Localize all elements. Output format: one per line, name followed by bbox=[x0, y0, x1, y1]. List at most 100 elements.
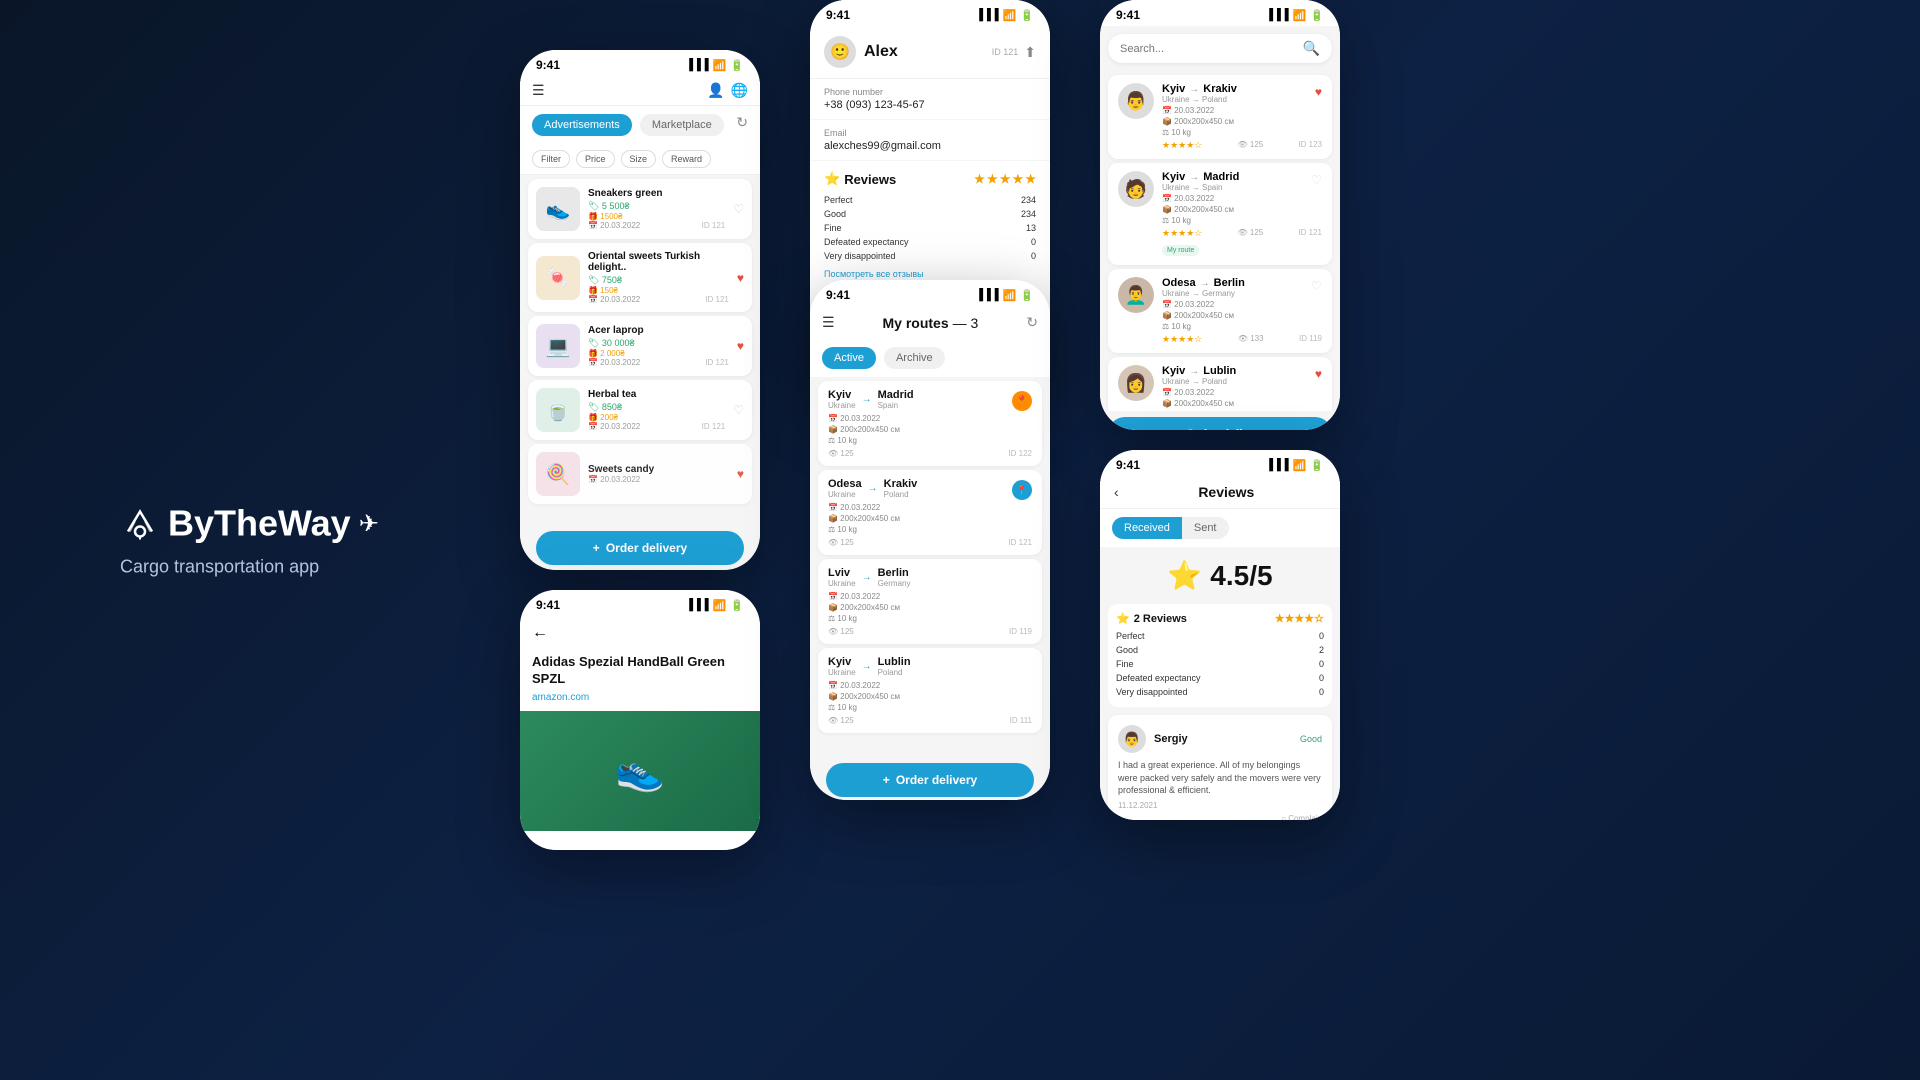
route-views-3: 👁 125 bbox=[828, 627, 854, 636]
filter-chip-reward[interactable]: Reward bbox=[662, 150, 711, 168]
filter-chip-filter[interactable]: Filter bbox=[532, 150, 570, 168]
status-time-5: 9:41 bbox=[1116, 8, 1140, 22]
route-detail-date-2: 📅 20.03.2022 bbox=[828, 503, 1032, 512]
signal-icon-5: ▐▐▐ bbox=[1265, 9, 1288, 21]
product-item-1[interactable]: 👟 Sneakers green 🏷 5 500₴ 🎁 1500₴ 📅 20.0… bbox=[528, 179, 752, 239]
order-delivery-button-4[interactable]: + Order delivery bbox=[826, 763, 1034, 797]
reviews-page-header: ‹ Reviews bbox=[1100, 476, 1340, 509]
product-heart-5[interactable]: ♥ bbox=[737, 467, 744, 481]
route-card-dim-4: 📦 200x200x450 см bbox=[1162, 399, 1322, 408]
review-row-perfect-6: Perfect 0 bbox=[1116, 629, 1324, 643]
route-card-berlin[interactable]: 👨‍🦱 Odesa → Berlin Ukraine → Germany 📅 2… bbox=[1108, 269, 1332, 353]
order-delivery-label-4: Order delivery bbox=[896, 773, 977, 787]
route-card-madrid[interactable]: 🧑 Kyiv → Madrid Ukraine → Spain 📅 20.03.… bbox=[1108, 163, 1332, 265]
status-bar-3: 9:41 ▐▐▐ 📶 🔋 bbox=[810, 0, 1050, 26]
back-icon-2[interactable]: ← bbox=[532, 624, 548, 642]
route-item-lviv-berlin[interactable]: Lviv Ukraine → Berlin Germany 📅 20.03.20… bbox=[818, 559, 1042, 644]
product-price-3: 🏷 30 000₴ bbox=[588, 338, 729, 349]
route-from-4: Kyiv Ukraine bbox=[828, 656, 856, 677]
tab-archive-4[interactable]: Archive bbox=[884, 347, 945, 369]
status-time-2: 9:41 bbox=[536, 598, 560, 612]
refresh-icon[interactable]: ↻ bbox=[736, 114, 748, 136]
product-id-4: ID 121 bbox=[702, 422, 726, 431]
route-detail-date-4: 📅 20.03.2022 bbox=[828, 681, 1032, 690]
route-to-2: Krakiv Poland bbox=[884, 478, 918, 499]
complain-button-sergiy[interactable]: ○ Complain bbox=[1118, 814, 1322, 820]
route-card-heart-1[interactable]: ♥ bbox=[1315, 85, 1322, 99]
product-item-2[interactable]: 🍬 Oriental sweets Turkish delight.. 🏷 75… bbox=[528, 243, 752, 312]
globe-icon[interactable]: 🌐 bbox=[731, 82, 748, 99]
route-card-to-1: Krakiv bbox=[1203, 83, 1237, 95]
route-views-4: 👁 125 bbox=[828, 716, 854, 725]
tab-received[interactable]: Received bbox=[1112, 517, 1182, 539]
refresh-icon-4[interactable]: ↻ bbox=[1026, 314, 1038, 331]
tab-active-4[interactable]: Active bbox=[822, 347, 876, 369]
route-card-dim-2: 📦 200x200x450 см bbox=[1162, 205, 1322, 214]
route-card-krakiv[interactable]: 👨 Kyiv → Krakiv Ukraine → Poland 📅 20.03… bbox=[1108, 75, 1332, 159]
product-price-1: 🏷 5 500₴ bbox=[588, 201, 725, 212]
review-count-fine-3: 13 bbox=[1026, 223, 1036, 233]
route-views-1: 👁 125 bbox=[828, 449, 854, 458]
search-input-5[interactable] bbox=[1120, 43, 1295, 55]
route-card-footer-3: ★★★★☆ 👁 133 ID 119 bbox=[1162, 334, 1322, 345]
product-detail-title: Adidas Spezial HandBall Green SPZL bbox=[532, 654, 748, 688]
review-label-fine-3: Fine bbox=[824, 223, 842, 233]
product-id-1: ID 121 bbox=[702, 221, 726, 230]
product-detail-link[interactable]: amazon.com bbox=[532, 692, 748, 703]
product-name-5: Sweets candy bbox=[588, 464, 729, 475]
route-card-cities-1: Kyiv → Krakiv bbox=[1162, 83, 1322, 95]
brand-logo: ByTheWay ✈ bbox=[120, 503, 379, 545]
tab-sent[interactable]: Sent bbox=[1182, 517, 1229, 539]
see-all-reviews-3[interactable]: Посмотреть все отзывы bbox=[824, 269, 1036, 279]
product-heart-4[interactable]: ♡ bbox=[733, 403, 744, 417]
brand-tagline: Cargo transportation app bbox=[120, 557, 319, 578]
filter-chip-price[interactable]: Price bbox=[576, 150, 615, 168]
product-heart-3[interactable]: ♥ bbox=[737, 339, 744, 353]
route-card-lublin[interactable]: 👩 Kyiv → Lublin Ukraine → Poland 📅 20.03… bbox=[1108, 357, 1332, 411]
route-card-views-1: 👁 125 bbox=[1238, 140, 1264, 151]
product-name-3: Acer laprop bbox=[588, 325, 729, 336]
order-delivery-label-5: Order delivery bbox=[1186, 427, 1267, 430]
battery-icon-4: 🔋 bbox=[1020, 289, 1034, 302]
route-card-heart-4[interactable]: ♥ bbox=[1315, 367, 1322, 381]
route-card-heart-2[interactable]: ♡ bbox=[1311, 173, 1322, 187]
hamburger-icon[interactable]: ☰ bbox=[532, 82, 545, 99]
filter-chip-size[interactable]: Size bbox=[621, 150, 657, 168]
route-card-heart-3[interactable]: ♡ bbox=[1311, 279, 1322, 293]
share-icon[interactable]: ⬆ bbox=[1024, 44, 1036, 61]
route-item-odesa-krakiv[interactable]: Odesa Ukraine → Krakiv Poland 📍 📅 20.03.… bbox=[818, 470, 1042, 555]
user-icon[interactable]: 👤 bbox=[707, 82, 724, 99]
routes-title-4: My routes bbox=[883, 315, 949, 331]
order-delivery-button-1[interactable]: + Order delivery bbox=[536, 531, 744, 565]
product-item-5[interactable]: 🍭 Sweets candy 📅 20.03.2022 ♥ bbox=[528, 444, 752, 504]
routes-title-section: My routes — 3 bbox=[883, 315, 979, 331]
tab-advertisements[interactable]: Advertisements bbox=[532, 114, 632, 136]
review-stars-summary-6: ★★★★☆ bbox=[1275, 612, 1324, 625]
product-price-4: 🏷 850₴ bbox=[588, 402, 725, 413]
back-icon-6[interactable]: ‹ bbox=[1114, 484, 1119, 500]
route-card-sub-4: Ukraine → Poland bbox=[1162, 377, 1322, 386]
product-info-5: Sweets candy 📅 20.03.2022 bbox=[588, 464, 729, 484]
tab-marketplace[interactable]: Marketplace bbox=[640, 114, 724, 136]
product-heart-2[interactable]: ♥ bbox=[737, 271, 744, 285]
status-icons-4: ▐▐▐ 📶 🔋 bbox=[975, 289, 1034, 302]
route-card-info-4: Kyiv → Lublin Ukraine → Poland 📅 20.03.2… bbox=[1162, 365, 1322, 411]
product-item-4[interactable]: 🍵 Herbal tea 🏷 850₴ 🎁 200₴ 📅 20.03.2022 … bbox=[528, 380, 752, 440]
product-heart-1[interactable]: ♡ bbox=[733, 202, 744, 216]
reviews-title-label-3: Reviews bbox=[844, 172, 896, 187]
search-icon-5[interactable]: 🔍 bbox=[1303, 40, 1320, 57]
hamburger-icon-4[interactable]: ☰ bbox=[822, 314, 835, 331]
order-delivery-button-5[interactable]: + Order delivery bbox=[1108, 417, 1332, 430]
route-arrow-2: → bbox=[868, 483, 878, 494]
email-label: Email bbox=[824, 128, 1036, 138]
profile-phone-field: Phone number +38 (093) 123-45-67 bbox=[810, 79, 1050, 120]
route-item-kyiv-madrid[interactable]: Kyiv Ukraine → Madrid Spain 📍 📅 20.03.20… bbox=[818, 381, 1042, 466]
review-label-fine-6: Fine bbox=[1116, 659, 1134, 669]
product-id-2: ID 121 bbox=[705, 295, 729, 304]
route-detail-dim-4: 📦 200x200x450 см bbox=[828, 692, 1032, 701]
product-item-3[interactable]: 💻 Acer laprop 🏷 30 000₴ 🎁 2 000₴ 📅 20.03… bbox=[528, 316, 752, 376]
route-card-from-1: Kyiv bbox=[1162, 83, 1185, 95]
product-date-5: 📅 20.03.2022 bbox=[588, 475, 729, 484]
route-item-kyiv-lublin[interactable]: Kyiv Ukraine → Lublin Poland 📅 20.03.202… bbox=[818, 648, 1042, 733]
rating-value-6: 4.5/5 bbox=[1210, 560, 1272, 592]
